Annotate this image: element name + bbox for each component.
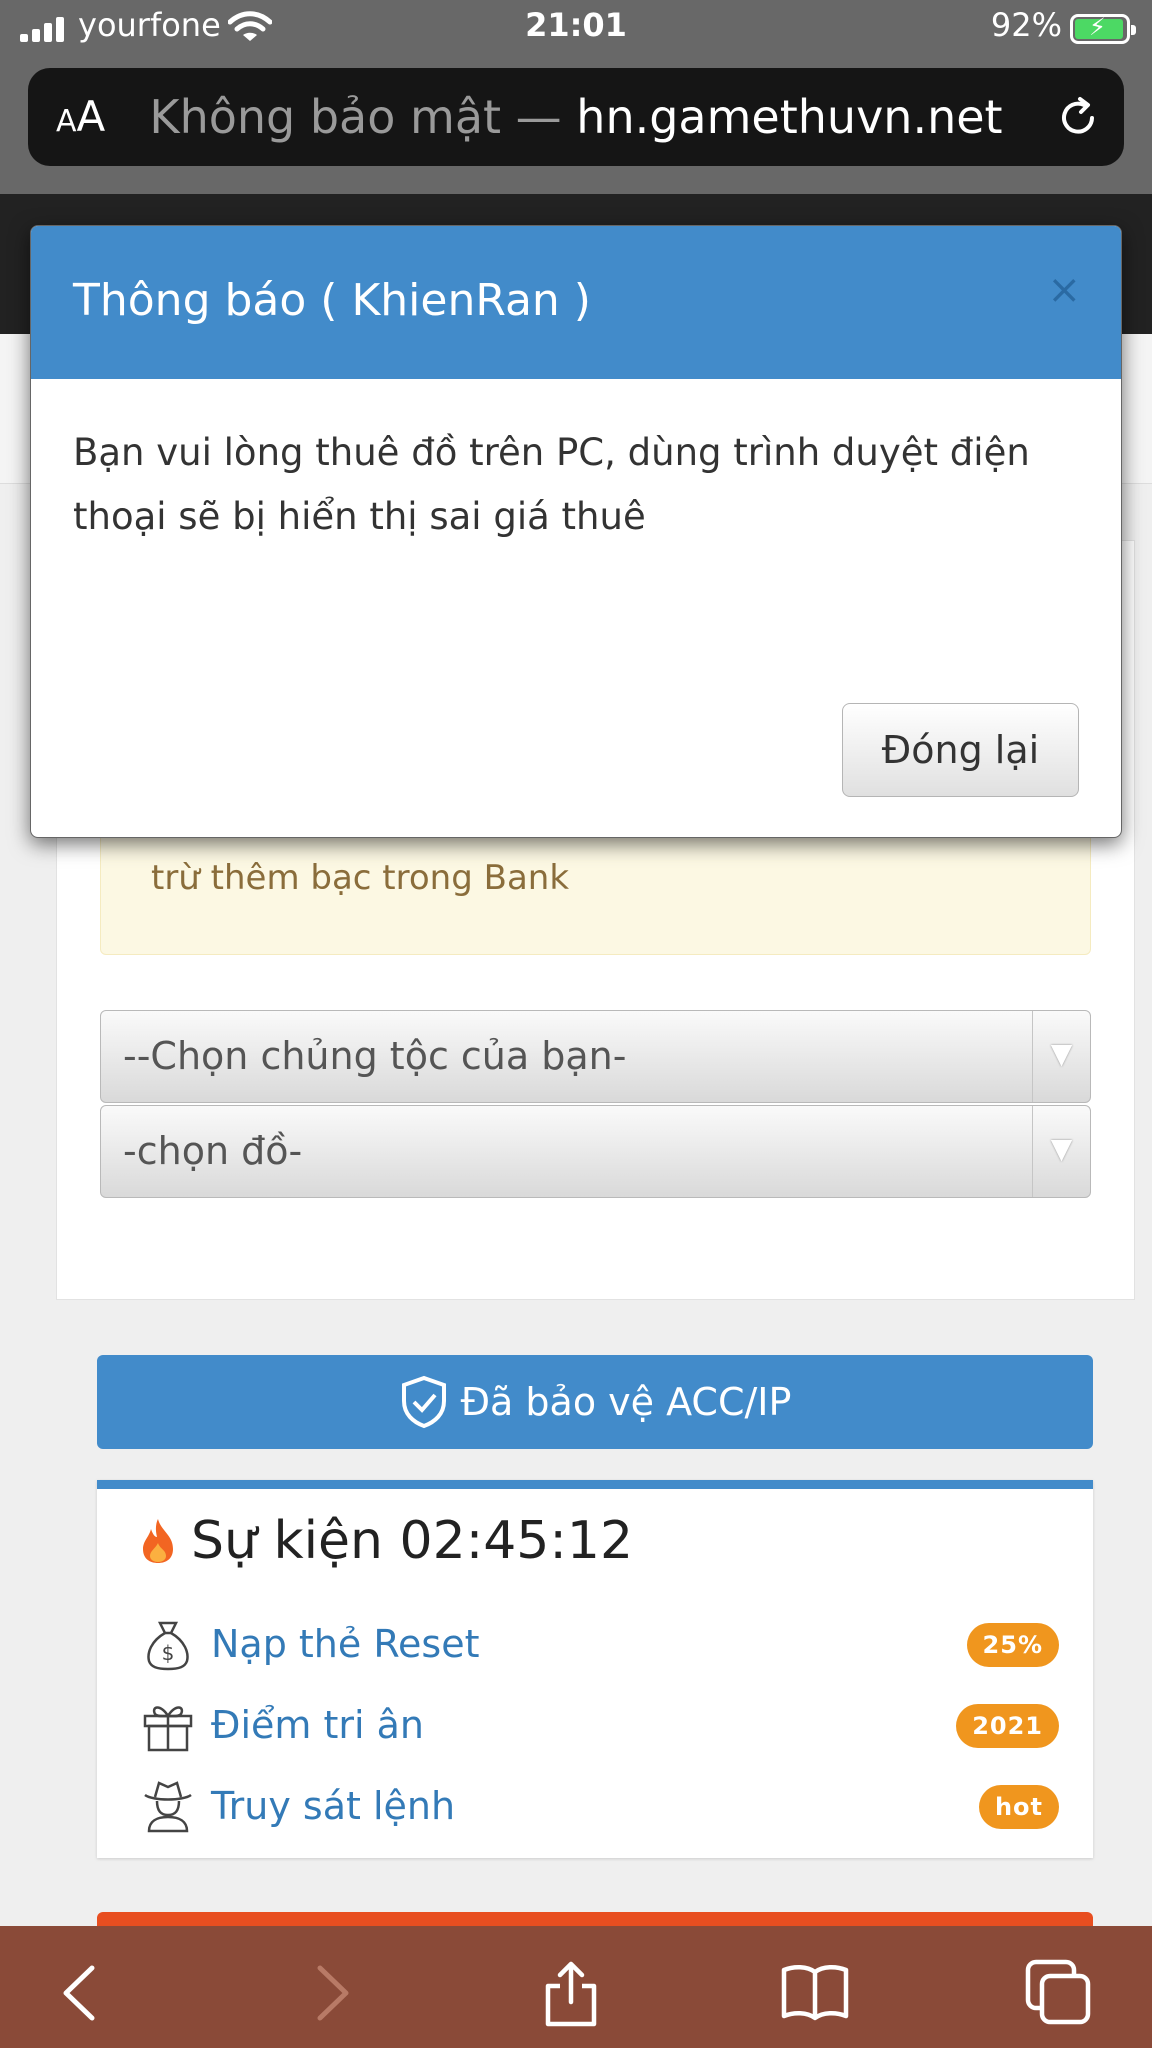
browser-toolbar bbox=[0, 1926, 1152, 2048]
url-text: Không bảo mật — hn.gamethuvn.net bbox=[28, 68, 1124, 166]
close-button[interactable]: Đóng lại bbox=[842, 703, 1079, 797]
forward-arrow-icon[interactable] bbox=[296, 1958, 366, 2028]
modal-title: Thông báo ( KhienRan ) bbox=[73, 275, 591, 326]
close-icon[interactable]: × bbox=[1047, 270, 1081, 310]
browser-top-chrome: yourfone 21:01 92% ⚡ AA Không bảo mật — … bbox=[0, 0, 1152, 194]
tabs-icon[interactable] bbox=[1024, 1958, 1094, 2028]
battery-percent: 92% bbox=[990, 6, 1062, 44]
notice-modal: Thông báo ( KhienRan ) × Bạn vui lòng th… bbox=[30, 225, 1122, 838]
url-domain: hn.gamethuvn.net bbox=[576, 90, 1003, 144]
reload-icon[interactable] bbox=[1056, 96, 1100, 140]
address-bar[interactable]: AA Không bảo mật — hn.gamethuvn.net bbox=[28, 68, 1124, 166]
status-bar: yourfone 21:01 92% ⚡ bbox=[0, 0, 1152, 58]
clock: 21:01 bbox=[525, 6, 627, 44]
bookmarks-icon[interactable] bbox=[780, 1958, 850, 2028]
modal-header: Thông báo ( KhienRan ) × bbox=[31, 226, 1121, 379]
back-arrow-icon[interactable] bbox=[46, 1958, 116, 2028]
share-icon[interactable] bbox=[536, 1958, 606, 2028]
modal-message: Bạn vui lòng thuê đồ trên PC, dùng trình… bbox=[73, 431, 1030, 538]
battery-icon: ⚡ bbox=[1070, 13, 1136, 44]
security-warning: Không bảo mật — bbox=[149, 90, 577, 144]
